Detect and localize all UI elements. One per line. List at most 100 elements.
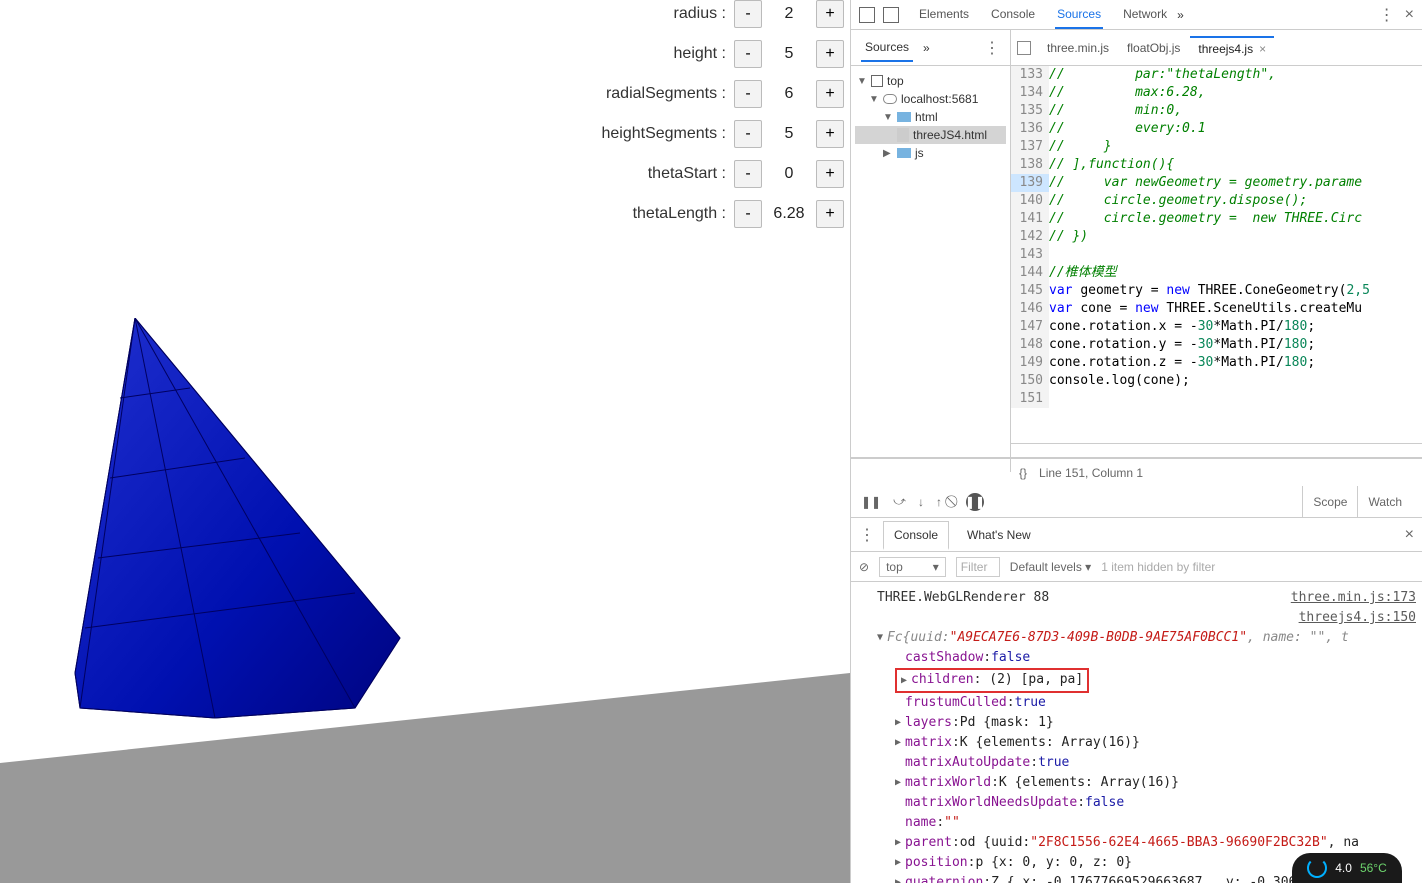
line-number[interactable]: 136 bbox=[1011, 120, 1049, 138]
gui-row-3: heightSegments : - 5 + bbox=[590, 120, 850, 148]
nav-back-icon[interactable] bbox=[1017, 41, 1031, 55]
devtools-tab-network[interactable]: Network bbox=[1121, 1, 1169, 29]
sources-subtab[interactable]: Sources bbox=[861, 34, 913, 62]
line-number[interactable]: 147 bbox=[1011, 318, 1049, 336]
line-number[interactable]: 137 bbox=[1011, 138, 1049, 156]
inspect-icon[interactable] bbox=[859, 7, 875, 23]
line-number[interactable]: 148 bbox=[1011, 336, 1049, 354]
prop-layers[interactable]: ▶layers: Pd {mask: 1} bbox=[861, 713, 1422, 733]
drawer-close-icon[interactable]: × bbox=[1405, 526, 1414, 544]
tree-h-scrollbar[interactable] bbox=[851, 458, 1011, 472]
gui-value: 5 bbox=[766, 125, 812, 143]
gui-decrement-button[interactable]: - bbox=[734, 80, 762, 108]
devtools-menu-icon[interactable]: ⋮ bbox=[1379, 5, 1395, 25]
file-tab[interactable]: three.min.js bbox=[1039, 36, 1117, 60]
line-number[interactable]: 151 bbox=[1011, 390, 1049, 408]
gui-decrement-button[interactable]: - bbox=[734, 40, 762, 68]
drawer-tab-console[interactable]: Console bbox=[883, 521, 949, 550]
console-object-header[interactable]: ▼ Fc {uuid: "A9ECA7E6-87D3-409B-B0DB-9AE… bbox=[861, 628, 1422, 648]
file-tab[interactable]: floatObj.js bbox=[1119, 36, 1188, 60]
tree-top[interactable]: ▼top bbox=[855, 72, 1006, 90]
line-number[interactable]: 150 bbox=[1011, 372, 1049, 390]
devtools-tab-elements[interactable]: Elements bbox=[917, 1, 971, 29]
more-subtabs-icon[interactable]: » bbox=[923, 41, 930, 55]
gui-decrement-button[interactable]: - bbox=[734, 200, 762, 228]
gui-increment-button[interactable]: + bbox=[816, 0, 844, 28]
hidden-count: 1 item hidden by filter bbox=[1101, 560, 1215, 574]
line-number[interactable]: 141 bbox=[1011, 210, 1049, 228]
pretty-print-icon[interactable]: {} bbox=[1019, 466, 1027, 480]
file-tab[interactable]: threejs4.js× bbox=[1190, 36, 1274, 60]
prop-matrixworld[interactable]: ▶matrixWorld: K {elements: Array(16)} bbox=[861, 773, 1422, 793]
line-number[interactable]: 142 bbox=[1011, 228, 1049, 246]
line-number[interactable]: 133 bbox=[1011, 66, 1049, 84]
line-number[interactable]: 145 bbox=[1011, 282, 1049, 300]
folder-icon bbox=[897, 148, 911, 158]
context-selector[interactable]: top▾ bbox=[879, 557, 946, 577]
pause-icon[interactable]: ❚❚ bbox=[861, 495, 881, 509]
console-source-link[interactable]: three.min.js:173 bbox=[1291, 588, 1416, 608]
drawer-tab-whatsnew[interactable]: What's New bbox=[957, 522, 1041, 548]
close-icon[interactable]: × bbox=[1259, 42, 1266, 56]
gui-decrement-button[interactable]: - bbox=[734, 120, 762, 148]
console-source-link[interactable]: threejs4.js:150 bbox=[1299, 608, 1416, 628]
gui-increment-button[interactable]: + bbox=[816, 80, 844, 108]
console-levels-dropdown[interactable]: Default levels ▾ bbox=[1010, 560, 1091, 574]
gui-row-4: thetaStart : - 0 + bbox=[590, 160, 850, 188]
tree-host[interactable]: ▼localhost:5681 bbox=[855, 90, 1006, 108]
gui-value: 6.28 bbox=[766, 205, 812, 223]
gui-value: 2 bbox=[766, 5, 812, 23]
gui-decrement-button[interactable]: - bbox=[734, 0, 762, 28]
line-number[interactable]: 134 bbox=[1011, 84, 1049, 102]
temperature-widget[interactable]: 4.0 56°C bbox=[1292, 853, 1402, 883]
step-out-icon[interactable]: ↑ bbox=[936, 495, 942, 509]
gui-increment-button[interactable]: + bbox=[816, 160, 844, 188]
line-number[interactable]: 146 bbox=[1011, 300, 1049, 318]
file-tab-label: floatObj.js bbox=[1127, 41, 1180, 55]
device-toggle-icon[interactable] bbox=[883, 7, 899, 23]
line-number[interactable]: 140 bbox=[1011, 192, 1049, 210]
sources-pane-menu-icon[interactable]: ⋮ bbox=[984, 38, 1000, 58]
console-filter-input[interactable]: Filter bbox=[956, 557, 1000, 577]
line-number[interactable]: 143 bbox=[1011, 246, 1049, 264]
more-tabs-icon[interactable]: » bbox=[1177, 8, 1184, 22]
code-editor[interactable]: 133// par:"thetaLength",134// max:6.28,1… bbox=[1011, 66, 1422, 457]
line-number[interactable]: 138 bbox=[1011, 156, 1049, 174]
prop-castshadow[interactable]: ▶castShadow: false bbox=[861, 648, 1422, 668]
step-over-icon[interactable]: ⤻ bbox=[893, 494, 906, 509]
line-number[interactable]: 135 bbox=[1011, 102, 1049, 120]
file-tab-label: three.min.js bbox=[1047, 41, 1109, 55]
line-number[interactable]: 144 bbox=[1011, 264, 1049, 282]
code-h-scrollbar[interactable] bbox=[1011, 443, 1422, 457]
drawer-menu-icon[interactable]: ⋮ bbox=[859, 525, 875, 545]
code-content: // var newGeometry = geometry.parame bbox=[1049, 174, 1422, 192]
scope-tab[interactable]: Scope bbox=[1303, 486, 1358, 517]
gui-increment-button[interactable]: + bbox=[816, 200, 844, 228]
line-number[interactable]: 149 bbox=[1011, 354, 1049, 372]
gui-decrement-button[interactable]: - bbox=[734, 160, 762, 188]
devtools-tab-console[interactable]: Console bbox=[989, 1, 1037, 29]
devtools-tab-sources[interactable]: Sources bbox=[1055, 1, 1103, 29]
prop-children[interactable]: ▶children: (2) [pa, pa] bbox=[861, 668, 1422, 693]
gui-label: radius : bbox=[674, 5, 726, 23]
clear-console-icon[interactable]: ⊘ bbox=[859, 560, 869, 574]
gui-increment-button[interactable]: + bbox=[816, 120, 844, 148]
prop-parent[interactable]: ▶parent: od {uuid: "2F8C1556-62E4-4665-B… bbox=[861, 833, 1422, 853]
tree-file-threejs4[interactable]: threeJS4.html bbox=[855, 126, 1006, 144]
prop-matrix[interactable]: ▶matrix: K {elements: Array(16)} bbox=[861, 733, 1422, 753]
watch-tab[interactable]: Watch bbox=[1358, 486, 1412, 517]
gui-increment-button[interactable]: + bbox=[816, 40, 844, 68]
prop-matrixworldneeds[interactable]: ▶matrixWorldNeedsUpdate: false bbox=[861, 793, 1422, 813]
prop-frustum[interactable]: ▶frustumCulled: true bbox=[861, 693, 1422, 713]
step-into-icon[interactable]: ↓ bbox=[918, 495, 924, 509]
console-output[interactable]: THREE.WebGLRenderer 88 three.min.js:173 … bbox=[851, 582, 1422, 883]
console-filter-bar: ⊘ top▾ Filter Default levels ▾ 1 item hi… bbox=[851, 552, 1422, 582]
prop-name[interactable]: ▶name: "" bbox=[861, 813, 1422, 833]
tree-folder-html[interactable]: ▼html bbox=[855, 108, 1006, 126]
line-number[interactable]: 139 bbox=[1011, 174, 1049, 192]
gui-row-1: height : - 5 + bbox=[590, 40, 850, 68]
tree-folder-js[interactable]: ▶js bbox=[855, 144, 1006, 162]
pause-exceptions-icon[interactable]: ❚❚ bbox=[966, 493, 984, 511]
devtools-close-icon[interactable]: × bbox=[1405, 6, 1414, 24]
prop-matrixauto[interactable]: ▶matrixAutoUpdate: true bbox=[861, 753, 1422, 773]
